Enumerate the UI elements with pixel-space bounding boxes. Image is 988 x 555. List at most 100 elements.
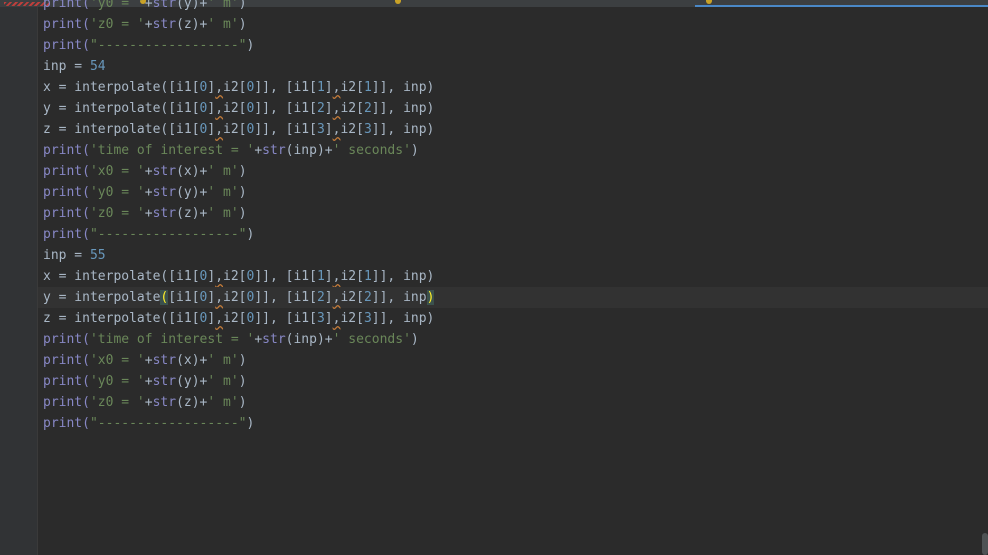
code-token: (x)+ [176, 353, 208, 368]
code-line[interactable]: print("------------------") [38, 224, 988, 245]
code-line[interactable]: z = interpolate([i1[0],i2[0]], [i1[3],i2… [38, 119, 988, 140]
code-line-text: z = interpolate([i1[0],i2[0]], [i1[3],i2… [43, 308, 434, 329]
code-line[interactable]: print('z0 = '+str(z)+' m') [38, 392, 988, 413]
code-token: ] [324, 269, 333, 284]
code-token: 1 [363, 80, 372, 95]
code-token: ) [238, 206, 247, 221]
code-token: 2 [363, 101, 372, 116]
code-token: str [262, 332, 286, 347]
code-token: str [152, 185, 177, 200]
code-token: + [144, 17, 153, 32]
code-token: i2[ [223, 122, 247, 137]
code-line[interactable]: print("------------------") [38, 35, 988, 56]
code-token: ]], inp [371, 290, 427, 305]
code-token: print( [43, 185, 90, 200]
code-token: 2 [316, 290, 325, 305]
code-token: "------------------" [89, 416, 247, 431]
scrollbar-thumb[interactable] [982, 533, 988, 555]
code-token: (z)+ [176, 395, 208, 410]
code-line-text: print("------------------") [43, 224, 254, 245]
code-line[interactable]: print('time of interest = '+str(inp)+' s… [38, 140, 988, 161]
code-line[interactable]: y = interpolate([i1[0],i2[0]], [i1[2],i2… [38, 287, 988, 308]
code-line-text: print('x0 = '+str(x)+' m') [43, 350, 247, 371]
code-line-text: print('z0 = '+str(z)+' m') [43, 392, 247, 413]
code-line[interactable]: print('y0 = '+str(y)+' m') [38, 0, 988, 14]
code-line-text: print('z0 = '+str(z)+' m') [43, 14, 247, 35]
code-token: (inp)+ [285, 143, 333, 158]
code-token: 'y0 = ' [89, 185, 145, 200]
code-token: print( [43, 0, 90, 11]
code-token: print( [43, 143, 90, 158]
code-token: print( [43, 38, 90, 53]
code-line-text: x = interpolate([i1[0],i2[0]], [i1[1],i2… [43, 77, 434, 98]
code-line-text: inp = 54 [43, 56, 106, 77]
code-line[interactable]: print('y0 = '+str(y)+' m') [38, 371, 988, 392]
line-number-gutter[interactable] [0, 7, 38, 555]
code-token: , [215, 80, 224, 95]
code-token: ]], inp) [371, 311, 435, 326]
code-token: 54 [89, 59, 106, 74]
code-line[interactable]: y = interpolate([i1[0],i2[0]], [i1[2],i2… [38, 98, 988, 119]
code-token: ) [426, 290, 435, 305]
code-token: inp = [43, 59, 90, 74]
code-token: print( [43, 164, 90, 179]
code-token: 'z0 = ' [89, 395, 145, 410]
code-token: ) [238, 185, 247, 200]
code-line[interactable]: inp = 54 [38, 56, 988, 77]
code-line-text: print('y0 = '+str(y)+' m') [43, 0, 247, 14]
code-token: 1 [316, 269, 325, 284]
code-line[interactable]: x = interpolate([i1[0],i2[0]], [i1[1],i2… [38, 266, 988, 287]
code-token: (y)+ [176, 0, 208, 11]
code-token: 'y0 = ' [89, 0, 145, 11]
code-token: ) [238, 0, 247, 11]
code-token: y = interpolate([i1[ [43, 101, 200, 116]
code-line-text: y = interpolate([i1[0],i2[0]], [i1[2],i2… [43, 287, 435, 308]
code-editor[interactable]: print('y0 = '+str(y)+' m') print('z0 = '+… [38, 0, 988, 555]
code-token: + [144, 185, 153, 200]
code-line-text: print('x0 = '+str(x)+' m') [43, 161, 247, 182]
code-token: i2[ [340, 80, 364, 95]
code-line[interactable]: print("------------------") [38, 413, 988, 434]
code-token: + [144, 374, 153, 389]
code-token: 'time of interest = ' [89, 332, 255, 347]
code-token: i2[ [340, 311, 364, 326]
code-token: ' m' [207, 374, 239, 389]
code-token: z = interpolate([i1[ [43, 122, 200, 137]
code-token: ] [324, 290, 333, 305]
code-line[interactable]: print('y0 = '+str(y)+' m') [38, 182, 988, 203]
code-line[interactable]: z = interpolate([i1[0],i2[0]], [i1[3],i2… [38, 308, 988, 329]
code-line[interactable]: print('x0 = '+str(x)+' m') [38, 350, 988, 371]
code-line-text: y = interpolate([i1[0],i2[0]], [i1[2],i2… [43, 98, 434, 119]
code-token: (z)+ [176, 17, 208, 32]
code-token: x = interpolate([i1[ [43, 269, 200, 284]
code-line[interactable]: print('z0 = '+str(z)+' m') [38, 203, 988, 224]
code-token: ' m' [207, 164, 239, 179]
code-line[interactable]: x = interpolate([i1[0],i2[0]], [i1[1],i2… [38, 77, 988, 98]
code-token: print( [43, 374, 90, 389]
code-token: i2[ [340, 122, 364, 137]
code-token: + [144, 353, 153, 368]
code-token: ]], [i1[ [254, 311, 317, 326]
code-line[interactable]: print('x0 = '+str(x)+' m') [38, 161, 988, 182]
code-token: ] [324, 122, 333, 137]
code-line[interactable]: inp = 55 [38, 245, 988, 266]
code-token: ' seconds' [332, 143, 411, 158]
code-token: ] [324, 311, 333, 326]
code-token: i2[ [223, 269, 247, 284]
code-line-text: print('time of interest = '+str(inp)+' s… [43, 140, 419, 161]
code-line[interactable]: print('z0 = '+str(z)+' m') [38, 14, 988, 35]
code-line-text: print('y0 = '+str(y)+' m') [43, 371, 247, 392]
code-token: ) [238, 353, 247, 368]
code-token: + [144, 0, 153, 11]
vertical-scrollbar[interactable] [980, 7, 988, 555]
code-line[interactable]: print('time of interest = '+str(inp)+' s… [38, 329, 988, 350]
code-token: ]], inp) [371, 101, 435, 116]
code-line-text: z = interpolate([i1[0],i2[0]], [i1[3],i2… [43, 119, 434, 140]
code-token: str [152, 164, 177, 179]
code-token: i2[ [223, 80, 247, 95]
code-token: ) [238, 17, 247, 32]
code-token: [i1[ [168, 290, 200, 305]
code-token: print( [43, 17, 90, 32]
code-token: (z)+ [176, 206, 208, 221]
code-token: + [254, 143, 263, 158]
